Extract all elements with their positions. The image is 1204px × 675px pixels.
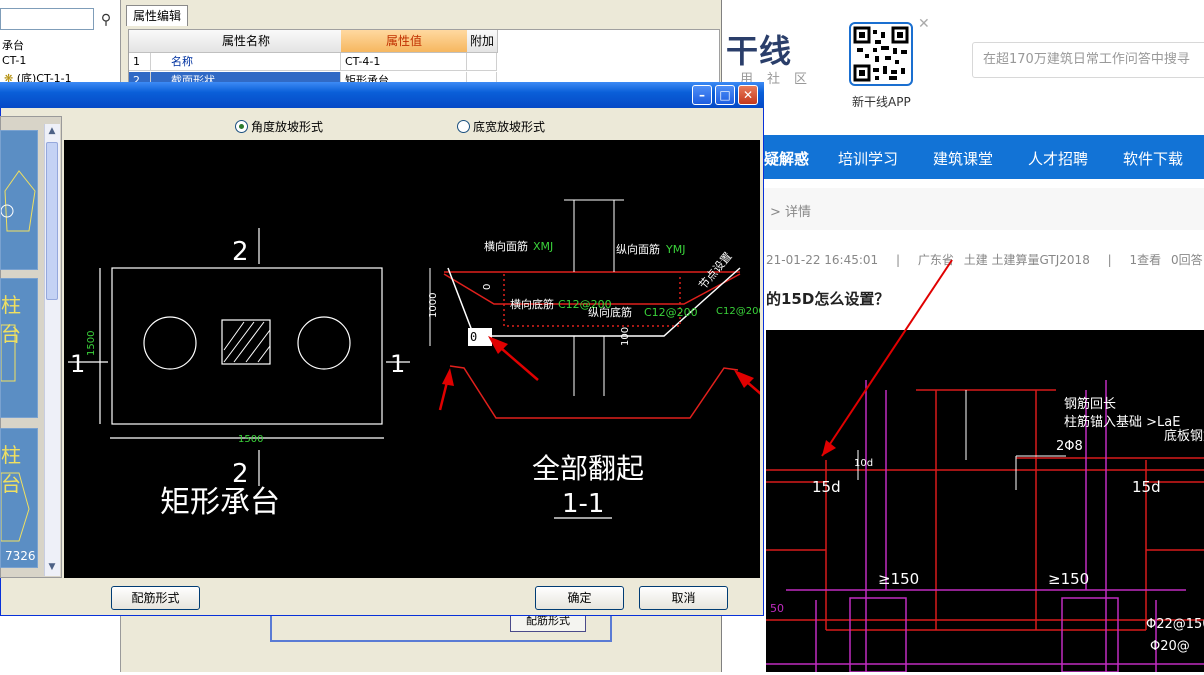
cancel-button[interactable]: 取消: [639, 586, 728, 610]
rebar-value: C12@200: [716, 306, 760, 317]
rebar-label: 横向底筋: [510, 297, 554, 311]
dimension-label: 1500: [238, 434, 263, 445]
drawing-label: 柱筋锚入基础 >LaE: [1064, 414, 1180, 430]
property-name: 名称: [151, 53, 341, 71]
nav-item-qa[interactable]: 疑解惑: [764, 148, 809, 169]
extra-cell: [467, 53, 497, 71]
annotation-arrow-right: [821, 259, 953, 457]
tree-item-ct1[interactable]: CT-1: [2, 54, 26, 67]
qr-app-label: 新干线APP: [852, 95, 911, 109]
dimension-label: 100: [620, 327, 631, 346]
section-mark: 1: [390, 350, 405, 378]
node-setting-label: 节点设置: [696, 250, 734, 292]
tree-item-cap[interactable]: 承台: [2, 37, 24, 53]
plan-title: 矩形承台: [160, 485, 280, 520]
radio-angle-slope[interactable]: 角度放坡形式: [235, 118, 323, 135]
shape-thumbnail[interactable]: 柱台: [0, 278, 38, 418]
drawing-label: 底板钢筋: [1164, 428, 1204, 444]
section-mark: 1: [70, 350, 85, 378]
ok-button[interactable]: 确定: [535, 586, 624, 610]
nav-item-jobs[interactable]: 人才招聘: [1028, 148, 1088, 169]
rebar-label: 纵向面筋: [616, 242, 660, 256]
drawing-label: ≥150: [878, 570, 919, 588]
cap-drawing: 2 2 1 1 1500 1500 矩形承台 横向面筋 XMJ 纵向面筋 YMJ…: [68, 199, 827, 520]
drawing-label: Φ20@: [1150, 639, 1190, 654]
radio-selected-icon: [235, 120, 248, 133]
column-header-name[interactable]: 属性名称: [151, 30, 342, 53]
shape-thumbnail[interactable]: 柱台 7326: [0, 428, 38, 568]
close-button[interactable]: ✕: [738, 85, 758, 105]
tab-property-edit[interactable]: 属性编辑: [126, 5, 188, 26]
scroll-up-icon[interactable]: ▲: [45, 126, 59, 140]
minimize-button[interactable]: –: [692, 85, 712, 105]
drawing-label: Φ22@150: [1146, 617, 1204, 632]
tree-search-input[interactable]: [0, 8, 94, 30]
row-number: 1: [129, 53, 151, 71]
dimension-label: 0: [482, 284, 493, 290]
radio-unselected-icon: [457, 120, 470, 133]
radio-label: 底宽放坡形式: [473, 120, 546, 134]
nav-item-classroom[interactable]: 建筑课堂: [933, 148, 993, 169]
section-id: 1-1: [562, 489, 604, 519]
column-header-value[interactable]: 属性值: [341, 30, 468, 53]
row-num-header: [129, 30, 152, 53]
site-logo[interactable]: 干线: [726, 26, 792, 72]
rebar-label: 纵向底筋: [588, 305, 632, 319]
drawing-label: 钢筋回长: [1064, 396, 1116, 412]
qr-code-icon: [849, 22, 913, 86]
scrollbar-thumb[interactable]: [46, 142, 58, 300]
drawing-label: 2Φ8: [1056, 439, 1083, 454]
drawing-label: 15d: [812, 478, 841, 496]
rebar-value: YMJ: [665, 243, 685, 256]
breadcrumb[interactable]: > 详情: [770, 201, 811, 220]
site-search-input[interactable]: 在超170万建筑日常工作问答中搜寻: [972, 42, 1204, 78]
nav-item-downloads[interactable]: 软件下载: [1123, 148, 1183, 169]
rebar-value: C12@200: [644, 306, 698, 319]
meta-separator: |: [1107, 253, 1112, 267]
close-icon[interactable]: ✕: [918, 16, 930, 32]
property-value[interactable]: CT-4-1: [341, 53, 467, 71]
dimension-label: 1500: [86, 331, 97, 356]
drawing-label: 15d: [1132, 478, 1161, 496]
radio-bottom-width-slope[interactable]: 底宽放坡形式: [457, 118, 545, 135]
section-title: 全部翻起: [532, 452, 644, 485]
shape-thumbnail[interactable]: [0, 130, 38, 270]
drawing-label: 50: [770, 602, 784, 615]
nav-item-training[interactable]: 培训学习: [838, 148, 898, 169]
rebar-label: 横向面筋: [484, 239, 528, 253]
column-header-extra[interactable]: 附加: [467, 30, 498, 53]
thumbnail-label: 7326: [5, 549, 36, 563]
rebar-form-button[interactable]: 配筋形式: [111, 586, 200, 610]
section-mark: 2: [232, 237, 249, 267]
radio-label: 角度放坡形式: [251, 120, 324, 134]
post-answers: 0回答: [1171, 253, 1203, 267]
node-value-text: 0: [470, 330, 477, 344]
drawing-label: ≥150: [1048, 570, 1089, 588]
cad-preview-canvas: 2 2 1 1 1500 1500 矩形承台 横向面筋 XMJ 纵向面筋 YMJ…: [64, 140, 827, 578]
rebar-value: XMJ: [533, 240, 553, 253]
maximize-button[interactable]: □: [715, 85, 735, 105]
post-views: 1查看: [1129, 253, 1162, 267]
scroll-down-icon[interactable]: ▼: [45, 562, 59, 576]
search-icon[interactable]: ⚲: [96, 10, 116, 30]
dialog-title-bar[interactable]: [0, 82, 764, 108]
dimension-label: 1000: [428, 293, 439, 318]
